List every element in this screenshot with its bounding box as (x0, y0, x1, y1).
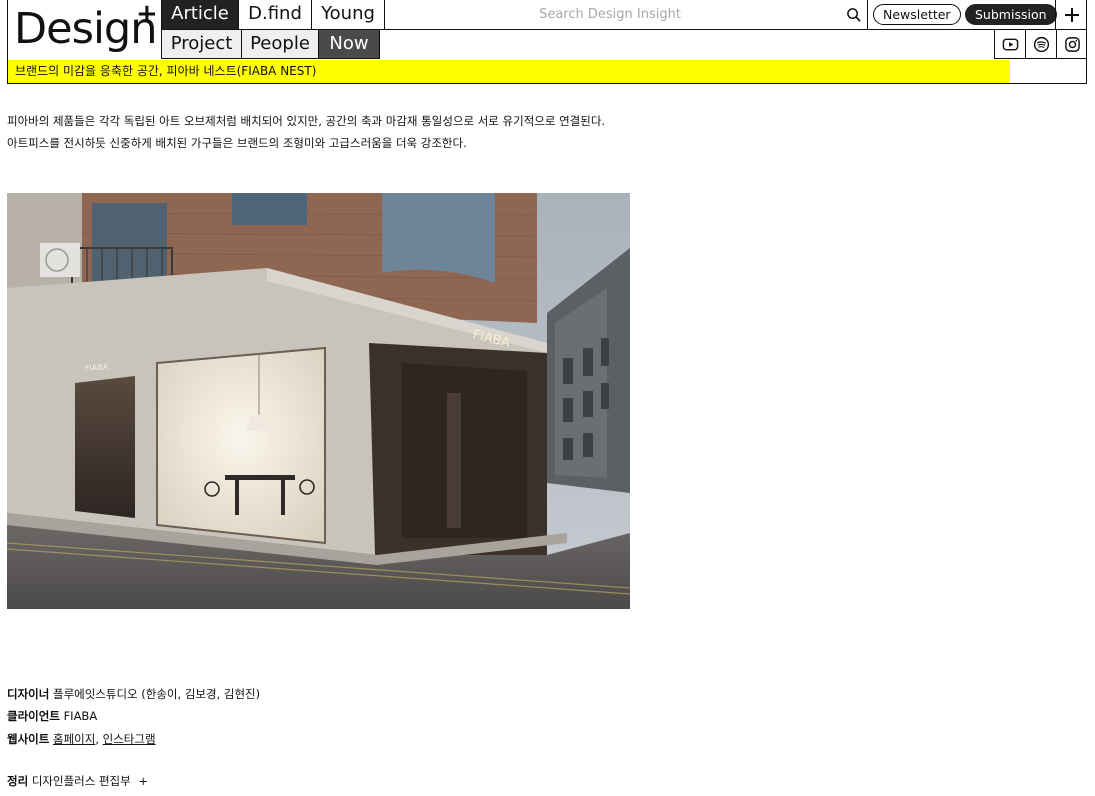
plus-icon (1065, 8, 1079, 22)
article-paragraph-1: 피아바의 제품들은 각각 독립된 아트 오브제처럼 배치되어 있지만, 공간의 … (7, 114, 606, 128)
youtube-link[interactable] (994, 30, 1025, 59)
youtube-icon (1002, 38, 1019, 51)
instagram-text-link[interactable]: 인스타그램 (103, 732, 156, 746)
homepage-link[interactable]: 홈페이지 (53, 732, 95, 746)
nav-dfind[interactable]: D.find (238, 0, 311, 30)
nav-now[interactable]: Now (318, 30, 380, 59)
search-icon[interactable] (846, 7, 861, 22)
spotify-link[interactable] (1025, 30, 1056, 59)
search-input[interactable] (385, 0, 835, 29)
credit-editor-plus: + (138, 774, 148, 788)
submission-button[interactable]: Submission (965, 4, 1057, 25)
nav-young[interactable]: Young (311, 0, 384, 30)
credit-website: 웹사이트 홈페이지, 인스타그램 (7, 732, 156, 746)
instagram-icon (1065, 37, 1080, 52)
menu-plus-button[interactable] (1055, 0, 1087, 30)
newsletter-button[interactable]: Newsletter (873, 4, 961, 25)
credit-designer: 디자이너 플루에잇스튜디오 (한송이, 김보경, 김현진) (7, 687, 260, 701)
article-photo: FIABA FIABA (7, 193, 630, 609)
header-actions: Newsletter Submission (867, 0, 1057, 30)
nav-people[interactable]: People (241, 30, 318, 59)
spotify-icon (1033, 36, 1050, 53)
credit-client-value: FIABA (63, 709, 98, 723)
logo-plus: + (136, 0, 158, 29)
credit-designer-value: 플루에잇스튜디오 (한송이, 김보경, 김현진) (52, 687, 261, 701)
photo-signage-left: FIABA (85, 362, 109, 373)
article-paragraph-2: 아트피스를 전시하듯 신중하게 배치된 가구들은 브랜드의 조형미와 고급스러움… (7, 136, 467, 150)
site-logo[interactable]: Design + (8, 0, 161, 59)
credit-website-separator: , (95, 732, 99, 746)
credit-editor-label: 정리 (7, 774, 29, 788)
storefront-illustration: FIABA FIABA (7, 193, 630, 609)
nav-article[interactable]: Article (161, 0, 238, 30)
ticker-headline[interactable]: 브랜드의 미감을 응축한 공간, 피아바 네스트(FIABA NEST) (8, 60, 1010, 83)
nav-project[interactable]: Project (161, 30, 241, 59)
instagram-link[interactable] (1056, 30, 1087, 59)
credit-editor-value: 디자인플러스 편집부 (31, 774, 131, 788)
credit-website-label: 웹사이트 (7, 732, 50, 746)
credit-editor: 정리 디자인플러스 편집부 + (7, 774, 148, 788)
credit-client: 클라이언트 FIABA (7, 709, 97, 723)
search-bar (384, 0, 867, 30)
credit-designer-label: 디자이너 (7, 687, 50, 701)
credit-client-label: 클라이언트 (7, 709, 60, 723)
site-header: Design + Article D.find Young Project Pe… (7, 0, 1087, 84)
